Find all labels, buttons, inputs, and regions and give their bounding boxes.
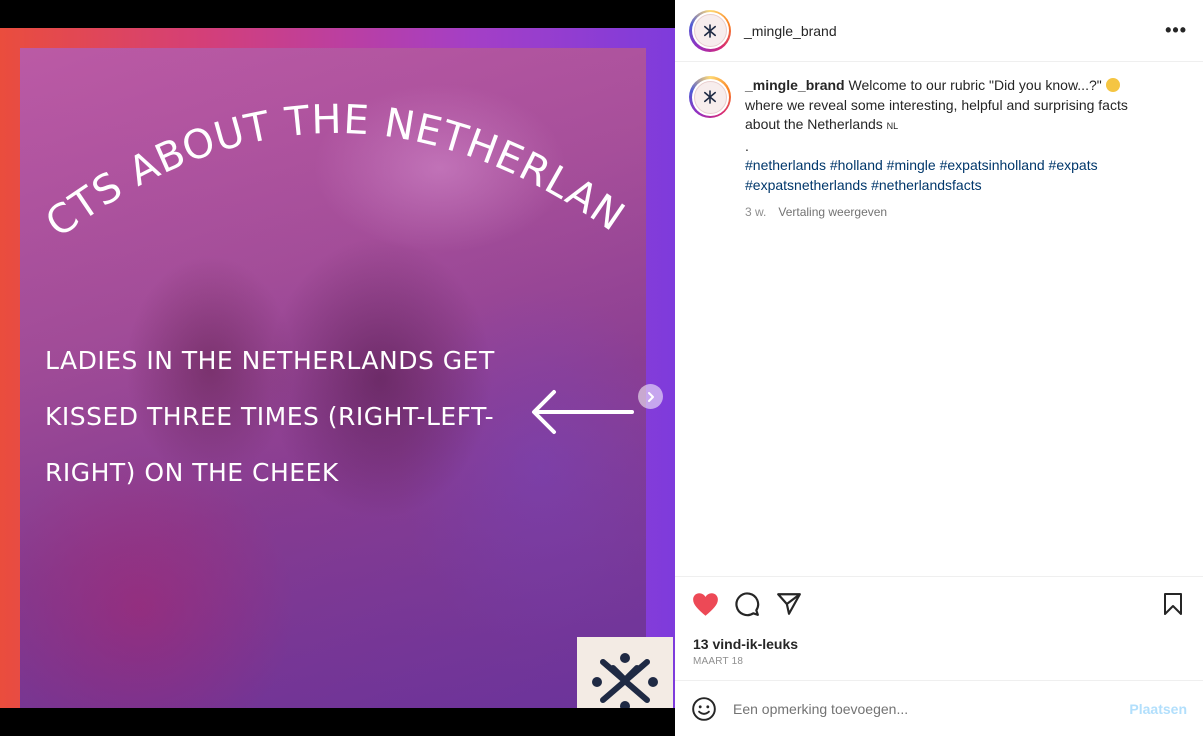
caption-text: Welcome to our rubric "Did you know...?" [848,77,1102,93]
action-bar [675,577,1203,631]
brand-logo [577,637,673,708]
save-button[interactable] [1159,590,1187,618]
media-pane: FACTS ABOUT THE NETHERLANDS LADIES IN TH… [0,0,675,736]
arc-title: FACTS ABOUT THE NETHERLANDS [20,48,633,247]
heart-icon [692,592,718,616]
likes-count[interactable]: 13 vind-ik-leuks [675,636,1203,652]
share-button[interactable] [775,590,803,618]
translate-link[interactable]: Vertaling weergeven [778,203,887,223]
caption-area: _mingle_brand Welcome to our rubric "Did… [675,62,1203,576]
left-arrow-icon [532,390,634,434]
post-comment-button[interactable]: Plaatsen [1129,701,1187,717]
caption-meta: 3 w. Vertaling weergeven [745,203,1145,223]
fact-text: LADIES IN THE NETHERLANDS GET KISSED THR… [45,333,525,501]
caption-text-2: where we reveal some interesting, helpfu… [745,96,1128,133]
more-options-button[interactable]: ••• [1165,20,1187,41]
fact-line: KISSED THREE TIMES (RIGHT-LEFT- [45,402,495,431]
arc-title-text: FACTS ABOUT THE NETHERLANDS [20,48,632,247]
bookmark-icon [1164,593,1182,615]
post-panel: _mingle_brand ••• _mingle_brand Welcome … [675,0,1203,736]
emoji-icon[interactable] [691,696,717,722]
post-header: _mingle_brand ••• [675,0,1203,62]
svg-text:FACTS ABOUT THE NETHERLANDS: FACTS ABOUT THE NETHERLANDS [20,48,633,247]
mingle-logo-icon [704,23,716,38]
fact-line: RIGHT) ON THE CHEEK [45,458,339,487]
comment-button[interactable] [733,590,761,618]
actions-area: 13 vind-ik-leuks MAART 18 [675,576,1203,680]
comment-area: Plaatsen [675,680,1203,736]
fact-line: LADIES IN THE NETHERLANDS GET [45,346,495,375]
carousel-slide[interactable]: FACTS ABOUT THE NETHERLANDS LADIES IN TH… [0,28,675,708]
post-age: 3 w. [745,205,767,219]
send-icon [777,593,801,615]
avatar[interactable] [689,76,731,118]
chevron-right-icon [647,391,654,402]
thinking-emoji-icon [1105,78,1120,92]
like-button[interactable] [691,590,719,618]
comment-icon [735,592,760,617]
caption-dot: . [745,137,749,154]
avatar[interactable] [689,9,731,52]
hashtags[interactable]: #netherlands #holland #mingle #expatsinh… [745,156,1145,195]
post-date: MAART 18 [693,656,744,667]
header-username[interactable]: _mingle_brand [744,23,837,39]
caption-username[interactable]: _mingle_brand [745,77,845,93]
comment-input[interactable] [733,700,1130,717]
carousel-next-button[interactable] [638,384,663,409]
caption: _mingle_brand Welcome to our rubric "Did… [745,76,1145,562]
mingle-logo-icon [592,652,658,708]
country-code: NL [886,121,899,131]
mingle-logo-icon [704,90,716,104]
